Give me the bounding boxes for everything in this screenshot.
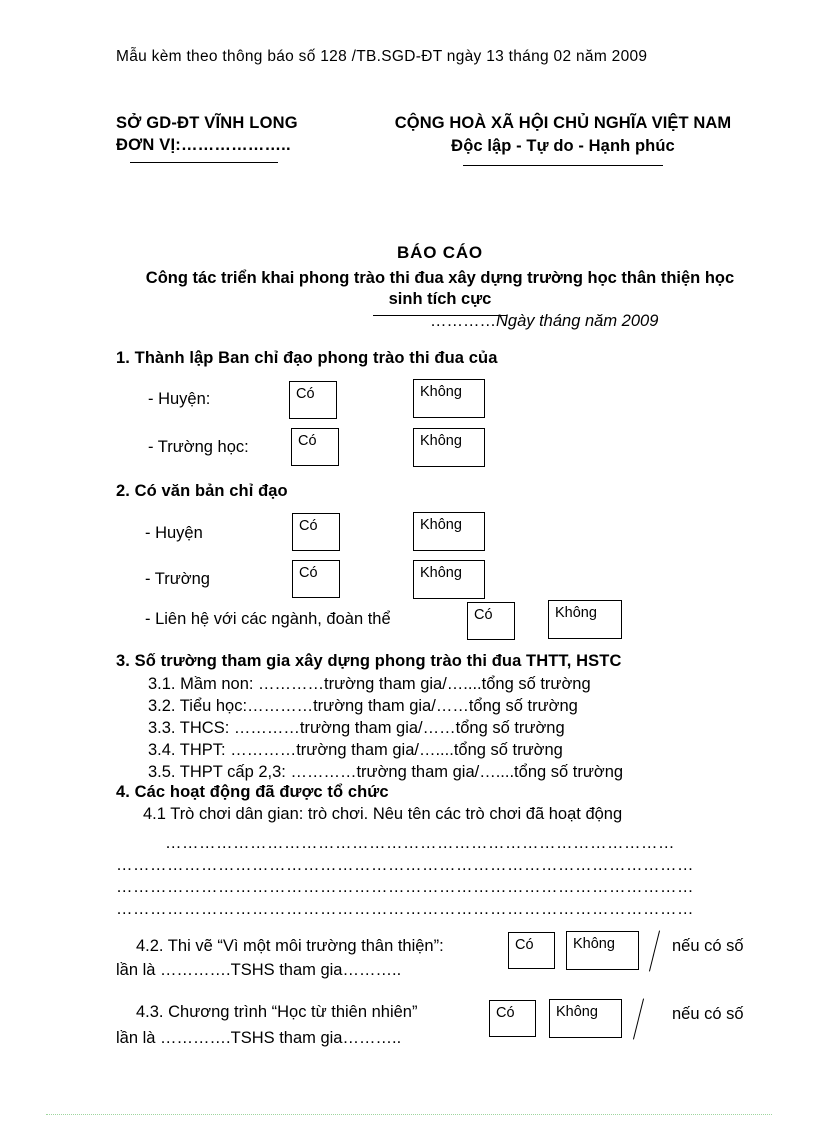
section-2-row-3-no-box[interactable]: Không (548, 600, 622, 639)
section-2-row-1-no-box[interactable]: Không (413, 512, 485, 551)
section-4-item-42-slash-mark (648, 930, 661, 972)
report-title: BÁO CÁO (397, 243, 483, 262)
section-2-row-1-label: - Huyện (145, 524, 203, 542)
section-2-row-2-label: - Trường (145, 570, 210, 588)
section-1-row-2-label: - Trường học: (148, 438, 249, 456)
section-4-item-42-suffix: nếu có số (672, 937, 744, 955)
section-4-heading: 4. Các hoạt động đã được tổ chức (116, 783, 389, 801)
report-subtitle: Công tác triển khai phong trào thi đua x… (145, 269, 735, 308)
office-divider-rule (130, 162, 278, 163)
section-4-item-43-slash-mark (632, 998, 645, 1040)
section-4-item-42-no-box[interactable]: Không (566, 931, 639, 970)
section-2-row-2-no-box[interactable]: Không (413, 560, 485, 599)
office-name: SỞ GD-ĐT VĨNH LONG (116, 114, 298, 132)
document-page: Mẫu kèm theo thông báo số 128 /TB.SGD-ĐT… (0, 0, 816, 1123)
section-4-item-42-yes-box[interactable]: Có (508, 932, 555, 969)
section-4-item-43-line1: 4.3. Chương trình “Học từ thiên nhiên” (136, 1003, 418, 1021)
section-2-row-1-yes-box[interactable]: Có (292, 513, 340, 551)
section-1-row-1-label: - Huyện: (148, 390, 211, 408)
section-3-item-4: 3.4. THPT: …………trường tham gia/…....tổng… (148, 741, 563, 759)
section-1-heading: 1. Thành lập Ban chỉ đạo phong trào thi … (116, 349, 498, 367)
section-1-row-1-yes-box[interactable]: Có (289, 381, 337, 419)
section-2-row-2-yes-box[interactable]: Có (292, 560, 340, 598)
section-3-item-1: 3.1. Mầm non: …………trường tham gia/…....t… (148, 675, 591, 693)
section-4-item-42-line1: 4.2. Thi vẽ “Vì một môi trường thân thiệ… (136, 937, 444, 955)
section-4-item-43-yes-box[interactable]: Có (489, 1000, 536, 1037)
section-3-heading: 3. Số trường tham gia xây dựng phong trà… (116, 652, 622, 670)
page-break-indicator (46, 1114, 772, 1115)
section-4-item-43-line2: lần là ………….TSHS tham gia……….. (116, 1029, 402, 1047)
section-4-item-42-line2: lần là ………….TSHS tham gia……….. (116, 961, 402, 979)
title-divider-rule (373, 315, 507, 316)
title-block: BÁO CÁO Công tác triển khai phong trào t… (130, 243, 750, 316)
section-1-row-2-yes-box[interactable]: Có (291, 428, 339, 466)
blank-fill-line-4[interactable]: ………………………………………………………………………………………… (116, 900, 766, 920)
national-divider-rule (463, 165, 663, 166)
section-4-item-43-no-box[interactable]: Không (549, 999, 622, 1038)
section-3-item-5: 3.5. THPT cấp 2,3: …………trường tham gia/…… (148, 763, 624, 781)
blank-fill-line-1[interactable]: ……………………………………………………………………………… (165, 834, 765, 854)
national-motto: Độc lập - Tự do - Hạnh phúc (451, 137, 675, 155)
section-2-row-3-yes-box[interactable]: Có (467, 602, 515, 640)
blank-fill-line-3[interactable]: ………………………………………………………………………………………… (116, 878, 766, 898)
section-3-item-3: 3.3. THCS: …………trường tham gia/……tổng số… (148, 719, 565, 737)
section-1-row-1-no-box[interactable]: Không (413, 379, 485, 418)
office-unit-field: ĐƠN VỊ:……………….. (116, 136, 291, 154)
section-4-item-41: 4.1 Trò chơi dân gian: trò chơi. Nêu tên… (143, 805, 623, 823)
blank-fill-line-2[interactable]: ………………………………………………………………………………………… (116, 856, 766, 876)
issuing-office-block: SỞ GD-ĐT VĨNH LONG ĐƠN VỊ:……………….. (116, 112, 366, 163)
section-3-item-2: 3.2. Tiểu học:…………trường tham gia/……tổng… (148, 697, 578, 715)
section-4-item-43-suffix: nếu có số (672, 1005, 744, 1023)
section-2-heading: 2. Có văn bản chỉ đạo (116, 482, 288, 500)
country-name: CỘNG HOÀ XÃ HỘI CHỦ NGHĨA VIỆT NAM (394, 114, 732, 132)
section-2-row-3-label: - Liên hệ với các ngành, đoàn thể (145, 610, 391, 628)
memo-reference-line: Mẫu kèm theo thông báo số 128 /TB.SGD-ĐT… (116, 48, 648, 65)
national-heading-block: CỘNG HOÀ XÃ HỘI CHỦ NGHĨA VIỆT NAM Độc l… (358, 112, 768, 166)
section-1-row-2-no-box[interactable]: Không (413, 428, 485, 467)
